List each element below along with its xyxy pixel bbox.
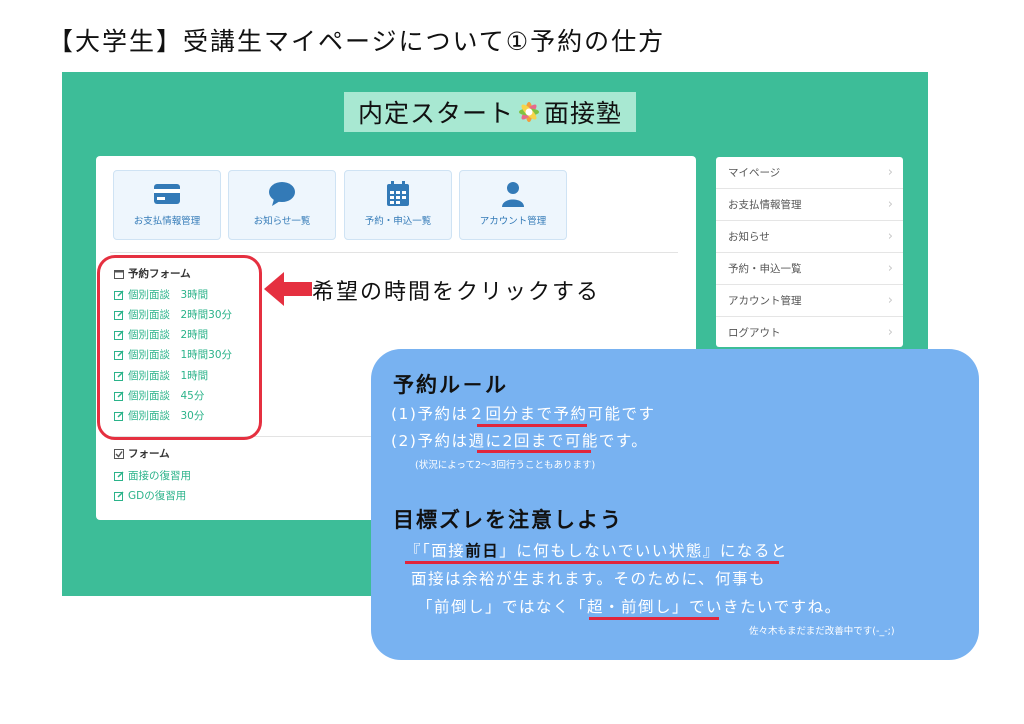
goal-note: 佐々木もまだまだ改善中です(-_-;) [749,626,895,637]
logo-text-prefix: 内定スタート [358,99,515,128]
goal-line-3: 「前倒し」ではなく「超・前倒し」でいきたいですね。 [417,598,842,616]
goal-line-1: 『「面接前日」に何もしないでいい状態』になると [405,542,788,560]
sidebar-item-account[interactable]: アカウント管理 › [716,285,903,317]
chevron-right-icon: › [887,229,893,244]
form-link-interview-review[interactable]: 面接の復習用 [114,468,191,483]
sidebar-item-logout[interactable]: ログアウト › [716,317,903,347]
rule-line-2: (2)予約は週に2回まで可能です。 [391,432,649,450]
check-square-icon [114,448,124,459]
site-logo[interactable]: 内定スタート 面接塾 [344,92,637,132]
red-underline [589,617,719,620]
logo-text-suffix: 面接塾 [544,99,623,128]
red-underline [477,424,587,427]
sidebar-item-notifications[interactable]: お知らせ › [716,221,903,253]
rules-heading: 予約ル－ル [393,373,508,397]
divider [110,252,678,253]
chevron-right-icon: › [887,197,893,212]
highlight-circle [97,255,262,440]
rule-note: (状況によって2〜3回行うこともあります) [415,460,596,471]
tile-reservations[interactable]: 予約・申込一覧 [344,170,452,240]
rule-line-1: (1)予約は２回分まで予約可能です [391,405,656,423]
tile-label: 予約・申込一覧 [364,216,432,227]
speech-bubble-icon [269,182,295,206]
info-bubble: 予約ル－ル (1)予約は２回分まで予約可能です (2)予約は週に2回まで可能です… [371,349,979,660]
tile-label: お支払情報管理 [133,216,201,227]
form-section-heading: フォーム [114,446,170,461]
tile-payment[interactable]: お支払情報管理 [113,170,221,240]
tile-notifications[interactable]: お知らせ一覧 [228,170,336,240]
sidebar-item-mypage[interactable]: マイページ › [716,157,903,189]
form-link-gd-review[interactable]: GDの復習用 [114,488,186,503]
sidebar-item-payment[interactable]: お支払情報管理 › [716,189,903,221]
chevron-right-icon: › [887,165,893,180]
red-underline [477,450,591,453]
chevron-right-icon: › [887,293,893,308]
red-underline [405,561,779,564]
credit-card-icon [154,184,180,204]
user-icon [502,182,524,207]
tile-label: アカウント管理 [479,216,547,227]
tile-label: お知らせ一覧 [253,216,311,227]
sidebar-item-reservations[interactable]: 予約・申込一覧 › [716,253,903,285]
document-title: 【大学生】受講生マイページについて①予約の仕方 [48,27,666,56]
chevron-right-icon: › [887,261,893,276]
edit-icon [114,490,124,501]
red-arrow-icon [264,272,312,306]
sidebar-menu: マイページ › お支払情報管理 › お知らせ › 予約・申込一覧 › アカウント管理 › … [716,157,903,347]
tile-account[interactable]: アカウント管理 [459,170,567,240]
callout-text: 希望の時間をクリックする [312,280,601,305]
edit-icon [114,470,124,481]
goal-heading: 目標ズレを注意しよう [393,508,623,532]
chevron-right-icon: › [887,325,893,340]
goal-line-2: 面接は余裕が生まれます。そのために、何事も [411,570,766,588]
flower-logo-icon [519,102,540,122]
calendar-icon [387,181,409,206]
